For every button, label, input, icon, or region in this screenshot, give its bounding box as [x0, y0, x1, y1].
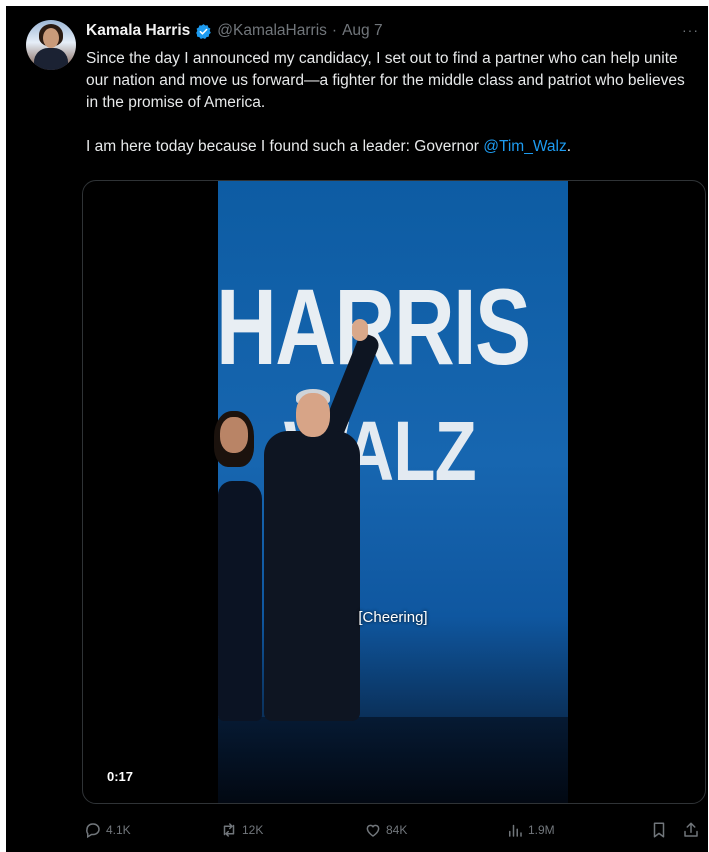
separator-dot: ·: [331, 22, 338, 39]
video-player[interactable]: HARRIS WALZ [Cheering] 0:17: [82, 180, 706, 804]
tweet-date[interactable]: Aug 7: [342, 22, 383, 40]
man-figure: [264, 431, 360, 721]
bookmark-icon: [653, 822, 665, 838]
author-handle[interactable]: @KamalaHarris: [217, 22, 327, 40]
repost-icon: [223, 823, 235, 837]
reply-icon: [86, 823, 100, 839]
video-frame[interactable]: HARRIS WALZ [Cheering]: [214, 181, 568, 803]
tweet-header: Kamala Harris @KamalaHarris · Aug 7: [86, 22, 383, 40]
reply-button[interactable]: 4.1K: [84, 821, 131, 839]
view-count: 1.9M: [528, 823, 555, 837]
like-button[interactable]: 84K: [364, 821, 407, 839]
tweet-paragraph-2-suffix: .: [566, 138, 572, 155]
stage-floor: [218, 717, 568, 803]
video-timestamp: 0:17: [107, 769, 134, 784]
action-bar: 4.1K 12K 84K 1.9M: [6, 821, 708, 847]
views-button[interactable]: 1.9M: [506, 821, 555, 839]
tweet-paragraph-1: Since the day I announced my candidacy, …: [86, 50, 685, 111]
repost-count: 12K: [242, 823, 264, 837]
bookmark-button[interactable]: [650, 821, 668, 839]
tweet-paragraph-2: I am here today because I found such a l…: [86, 136, 686, 158]
tweet: Kamala Harris @KamalaHarris · Aug 7 ··· …: [6, 6, 708, 852]
man-figure-hand: [352, 319, 368, 341]
repost-button[interactable]: 12K: [220, 821, 263, 839]
share-icon: [684, 822, 698, 837]
like-icon: [366, 824, 380, 837]
more-icon[interactable]: ···: [682, 22, 699, 38]
like-count: 84K: [386, 823, 408, 837]
avatar[interactable]: [26, 20, 76, 70]
verified-badge-icon: [196, 23, 212, 39]
share-button[interactable]: [682, 821, 700, 839]
man-figure-head: [296, 393, 330, 437]
woman-figure-head: [220, 417, 248, 453]
tweet-text: Since the day I announced my candidacy, …: [86, 48, 686, 158]
mention-link[interactable]: @Tim_Walz: [483, 138, 566, 155]
reply-count: 4.1K: [106, 823, 131, 837]
video-caption: [Cheering]: [358, 609, 428, 626]
woman-figure: [218, 481, 262, 721]
views-icon: [509, 824, 522, 837]
author-name[interactable]: Kamala Harris: [86, 22, 190, 40]
tweet-paragraph-2-prefix: I am here today because I found such a l…: [86, 138, 484, 155]
